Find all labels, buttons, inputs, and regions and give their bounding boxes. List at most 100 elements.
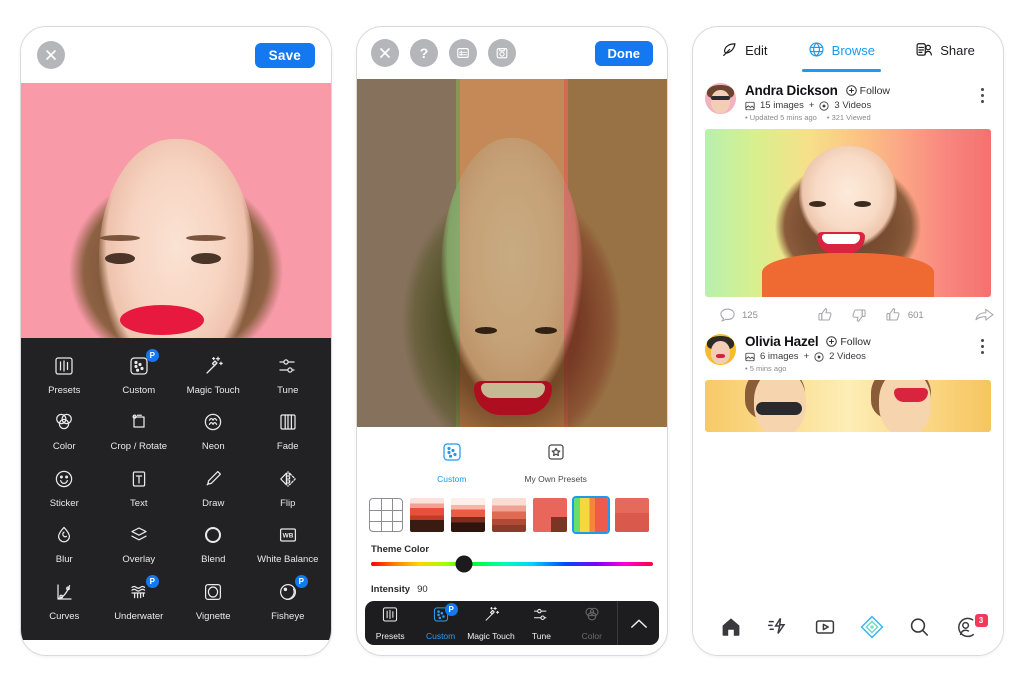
bottom-nav-custom[interactable]: P Custom xyxy=(415,602,465,641)
theme-color-slider[interactable] xyxy=(371,555,653,573)
plus-circle-icon xyxy=(845,85,857,96)
video-count-icon xyxy=(819,100,829,111)
follow-button[interactable]: Follow xyxy=(826,335,871,348)
tool-vignette[interactable]: Vignette xyxy=(176,578,251,622)
comment-button[interactable]: 125 xyxy=(719,307,758,324)
tool-label: Neon xyxy=(201,441,225,453)
preset-1[interactable] xyxy=(410,498,444,532)
photo-eye-right xyxy=(191,253,221,264)
preset-3[interactable] xyxy=(492,498,526,532)
tab-edit[interactable]: Edit xyxy=(721,41,767,64)
tool-presets[interactable]: Presets xyxy=(27,352,102,396)
follow-button[interactable]: Follow xyxy=(845,85,890,97)
post-image[interactable] xyxy=(705,380,991,432)
tool-label: Underwater xyxy=(114,610,164,622)
grid-thumb[interactable] xyxy=(369,498,403,532)
tool-text[interactable]: Text xyxy=(102,465,177,509)
post-image-eye-right xyxy=(854,201,871,207)
presets-icon xyxy=(50,352,78,380)
photo-eye-right xyxy=(535,327,557,334)
compare-icon[interactable] xyxy=(449,39,477,67)
tool-crop-rotate[interactable]: Crop / Rotate xyxy=(102,408,177,452)
tool-white-balance[interactable]: WB White Balance xyxy=(251,521,326,565)
nav-video[interactable] xyxy=(810,615,840,645)
save-button[interactable]: Save xyxy=(254,42,315,68)
theme-color-knob[interactable] xyxy=(455,555,473,573)
feather-edit-icon xyxy=(721,41,738,61)
phone1-topbar: Save xyxy=(21,27,331,83)
bottom-nav-tune[interactable]: Tune xyxy=(516,606,566,641)
tool-tune[interactable]: Tune xyxy=(251,352,326,396)
tool-color[interactable]: Color xyxy=(27,408,102,452)
post-image-teeth xyxy=(822,234,860,244)
chevron-up-icon[interactable] xyxy=(617,601,659,645)
preset-tab-custom[interactable]: Custom xyxy=(437,439,466,484)
follow-label: Follow xyxy=(840,335,871,348)
tool-draw[interactable]: Draw xyxy=(176,465,251,509)
tool-label: Draw xyxy=(202,497,225,509)
bottom-nav-magic-touch[interactable]: Magic Touch xyxy=(466,606,516,641)
preset-tab-my-own-presets[interactable]: My Own Presets xyxy=(524,439,587,484)
nav-profile[interactable]: 3 xyxy=(951,613,988,645)
nav-discover[interactable] xyxy=(857,615,887,645)
tool-fade[interactable]: Fade xyxy=(251,408,326,452)
tab-browse[interactable]: Browse xyxy=(801,41,882,72)
preset-4[interactable] xyxy=(533,498,567,532)
phone2-photo-preview[interactable] xyxy=(357,79,667,427)
vignette-icon xyxy=(199,578,227,606)
post-image[interactable] xyxy=(705,129,991,297)
nav-home[interactable] xyxy=(716,615,746,645)
tool-label: White Balance xyxy=(257,554,319,566)
nav-search[interactable] xyxy=(904,615,934,645)
tool-custom[interactable]: P Custom xyxy=(102,349,177,396)
post-more-options-icon[interactable] xyxy=(973,334,991,354)
share-button[interactable] xyxy=(974,307,995,324)
post-user-row: Andra Dickson Follow xyxy=(745,83,964,98)
stats-plus: + xyxy=(808,100,815,111)
tool-blend[interactable]: Blend xyxy=(176,521,251,565)
post-more-options-icon[interactable] xyxy=(973,83,991,103)
close-icon[interactable] xyxy=(371,39,399,67)
bottom-nav-presets[interactable]: Presets xyxy=(365,606,415,641)
save-snapshot-icon[interactable] xyxy=(488,39,516,67)
preset-tab-label: Custom xyxy=(437,474,467,484)
tool-blur[interactable]: Blur xyxy=(27,521,102,565)
tool-flip[interactable]: Flip xyxy=(251,465,326,509)
thumbs-down-button[interactable] xyxy=(850,306,868,324)
phone-browse-feed: Edit Browse Share Andra Dickson Follow 1… xyxy=(692,26,1004,656)
avatar[interactable] xyxy=(705,334,736,365)
nav-flash[interactable] xyxy=(763,615,793,645)
bottom-nav-color[interactable]: Color xyxy=(567,606,617,641)
tool-sticker[interactable]: Sticker xyxy=(27,465,102,509)
phone1-photo-preview[interactable] xyxy=(21,83,331,338)
photo-face xyxy=(440,138,584,417)
close-icon[interactable] xyxy=(37,41,65,69)
tab-share[interactable]: Share xyxy=(915,41,975,64)
preset-2[interactable] xyxy=(451,498,485,532)
tool-curves[interactable]: Curves xyxy=(27,578,102,622)
phone-custom-presets: ? Done Custom My Own Presets Theme Color… xyxy=(356,26,668,656)
phone2-topbar: ? Done xyxy=(357,27,667,79)
post-image-eye-left xyxy=(809,201,826,207)
like-count: 601 xyxy=(907,309,924,321)
phone3-tabbar: Edit Browse Share xyxy=(693,27,1003,77)
tool-overlay[interactable]: Overlay xyxy=(102,521,177,565)
preset-5[interactable] xyxy=(572,496,610,534)
tool-magic-touch[interactable]: Magic Touch xyxy=(176,352,251,396)
thumbs-up-button[interactable] xyxy=(816,306,834,324)
phone2-preset-thumbnails xyxy=(357,494,667,542)
comment-count: 125 xyxy=(742,309,758,321)
like-button[interactable]: 601 xyxy=(884,306,924,324)
tool-neon[interactable]: Neon xyxy=(176,408,251,452)
tool-underwater[interactable]: P Underwater xyxy=(102,574,177,622)
post-updated: • Updated 5 mins ago xyxy=(745,113,817,122)
tool-label: Blend xyxy=(201,554,226,566)
post-header: Andra Dickson Follow 15 images + 3 Video… xyxy=(693,77,1003,129)
tool-fisheye[interactable]: P Fisheye xyxy=(251,574,326,622)
help-icon[interactable]: ? xyxy=(410,39,438,67)
photo-eye-left xyxy=(475,327,497,334)
preset-6[interactable] xyxy=(615,498,649,532)
done-button[interactable]: Done xyxy=(594,40,653,66)
avatar[interactable] xyxy=(705,83,736,114)
share-people-icon xyxy=(915,41,933,61)
